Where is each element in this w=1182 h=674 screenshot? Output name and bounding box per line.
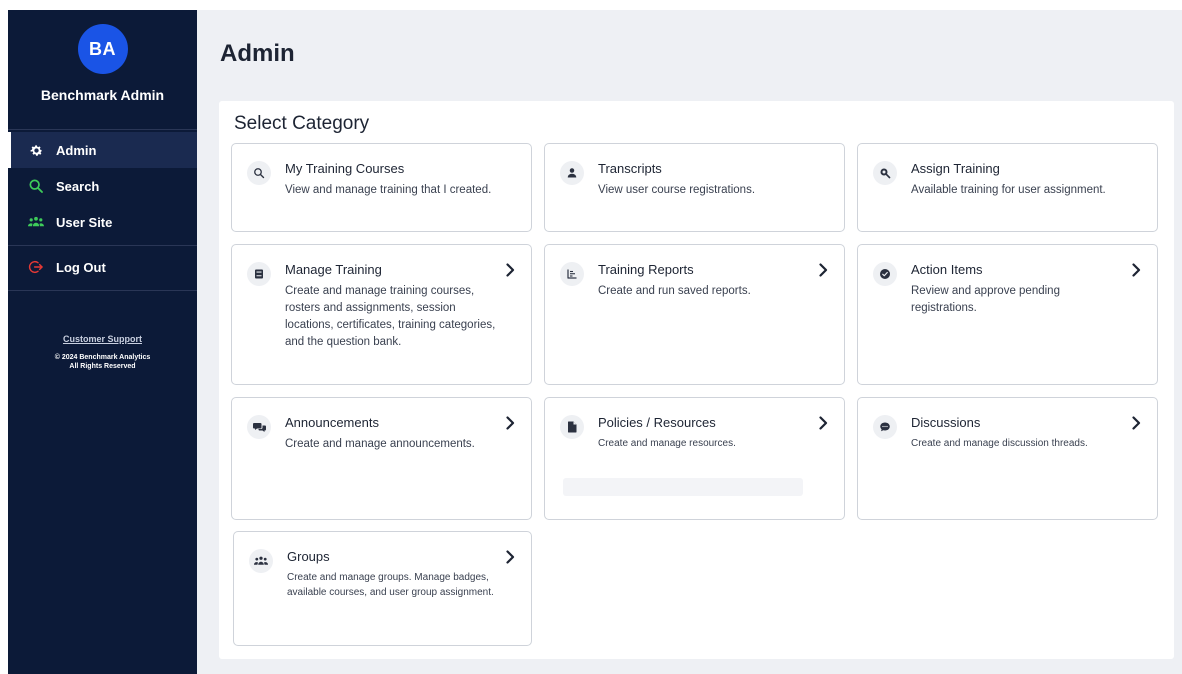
card-description: Review and approve pending registrations… bbox=[911, 285, 1060, 314]
card-manage-training[interactable]: Manage Training Create and manage traini… bbox=[231, 244, 532, 385]
chevron-right-icon bbox=[817, 416, 829, 430]
magnify-icon bbox=[873, 161, 897, 185]
card-description: Available training for user assignment. bbox=[911, 184, 1106, 196]
card-description: View and manage training that I created. bbox=[285, 184, 492, 196]
logout-icon bbox=[28, 259, 44, 275]
file-icon bbox=[560, 415, 584, 439]
main-content: Admin Select Category My Training Course… bbox=[197, 10, 1182, 674]
card-training-reports[interactable]: Training Reports Create and run saved re… bbox=[544, 244, 845, 385]
card-title: Groups bbox=[287, 549, 330, 564]
chevron-right-icon bbox=[817, 263, 829, 277]
card-description: Create and manage training courses, rost… bbox=[285, 285, 496, 348]
card-title: My Training Courses bbox=[285, 161, 405, 176]
sidebar-item-label: Search bbox=[56, 178, 100, 194]
profile: BA Benchmark Admin bbox=[8, 10, 197, 129]
check-circle-icon bbox=[873, 262, 897, 286]
chevron-right-icon bbox=[1130, 263, 1142, 277]
sidebar: BA Benchmark Admin Admin Search User Sit… bbox=[8, 10, 197, 674]
sidebar-divider bbox=[8, 290, 197, 291]
chevron-right-icon bbox=[1130, 416, 1142, 430]
card-my-training-courses[interactable]: My Training Courses View and manage trai… bbox=[231, 143, 532, 232]
avatar[interactable]: BA bbox=[77, 24, 128, 74]
group-icon bbox=[249, 549, 273, 573]
card-description: Create and manage groups. Manage badges,… bbox=[287, 572, 494, 598]
chevron-right-icon bbox=[504, 263, 516, 277]
card-description: Create and manage announcements. bbox=[285, 438, 475, 450]
book-icon bbox=[247, 262, 271, 286]
logout-label: Log Out bbox=[56, 259, 106, 275]
card-transcripts[interactable]: Transcripts View user course registratio… bbox=[544, 143, 845, 232]
report-icon bbox=[560, 262, 584, 286]
card-groups[interactable]: Groups Create and manage groups. Manage … bbox=[233, 531, 532, 646]
card-title: Action Items bbox=[911, 262, 983, 277]
search-icon bbox=[247, 161, 271, 185]
card-action-items[interactable]: Action Items Review and approve pending … bbox=[857, 244, 1158, 385]
sidebar-item-label: User Site bbox=[56, 214, 113, 230]
sidebar-nav-secondary: Log Out bbox=[8, 246, 197, 290]
sidebar-item-search[interactable]: Search bbox=[8, 168, 197, 204]
card-description: Create and manage resources. bbox=[598, 438, 736, 449]
card-title: Policies / Resources bbox=[598, 415, 716, 430]
placeholder-bar bbox=[563, 478, 803, 496]
sidebar-item-user-site[interactable]: User Site bbox=[8, 204, 197, 240]
card-title: Announcements bbox=[285, 415, 379, 430]
chevron-right-icon bbox=[504, 550, 516, 564]
support-section: Customer Support © 2024 Benchmark Analyt… bbox=[8, 334, 197, 371]
card-policies-resources[interactable]: Policies / Resources Create and manage r… bbox=[544, 397, 845, 520]
card-description: Create and run saved reports. bbox=[598, 285, 751, 297]
card-title: Assign Training bbox=[911, 161, 1000, 176]
card-title: Manage Training bbox=[285, 262, 382, 277]
gear-icon bbox=[28, 142, 44, 158]
sidebar-item-label: Admin bbox=[56, 142, 97, 158]
card-title: Transcripts bbox=[598, 161, 662, 176]
card-discussions[interactable]: Discussions Create and manage discussion… bbox=[857, 397, 1158, 520]
search-icon bbox=[28, 178, 44, 194]
users-icon bbox=[28, 214, 44, 230]
category-panel: Select Category My Training Courses View… bbox=[219, 101, 1174, 659]
card-assign-training[interactable]: Assign Training Available training for u… bbox=[857, 143, 1158, 232]
user-icon bbox=[560, 161, 584, 185]
copyright-line: © 2024 Benchmark Analytics bbox=[54, 354, 151, 361]
profile-name: Benchmark Admin bbox=[40, 87, 165, 103]
logout-button[interactable]: Log Out bbox=[8, 249, 197, 285]
card-description: View user course registrations. bbox=[598, 184, 756, 196]
chevron-right-icon bbox=[504, 416, 516, 430]
chat-icon bbox=[247, 415, 271, 439]
card-title: Training Reports bbox=[598, 262, 694, 277]
app-frame: BA Benchmark Admin Admin Search User Sit… bbox=[8, 10, 1182, 674]
customer-support-link[interactable]: Customer Support bbox=[8, 334, 197, 344]
page-title: Admin bbox=[220, 40, 295, 67]
sidebar-nav: Admin Search User Site bbox=[8, 130, 197, 245]
card-title: Discussions bbox=[911, 415, 981, 430]
copyright: © 2024 Benchmark Analytics All Rights Re… bbox=[8, 353, 197, 371]
section-title: Select Category bbox=[234, 113, 370, 134]
card-announcements[interactable]: Announcements Create and manage announce… bbox=[231, 397, 532, 520]
comment-icon bbox=[873, 415, 897, 439]
copyright-line: All Rights Reserved bbox=[69, 363, 136, 370]
card-description: Create and manage discussion threads. bbox=[911, 438, 1088, 449]
sidebar-item-admin[interactable]: Admin bbox=[8, 132, 197, 168]
